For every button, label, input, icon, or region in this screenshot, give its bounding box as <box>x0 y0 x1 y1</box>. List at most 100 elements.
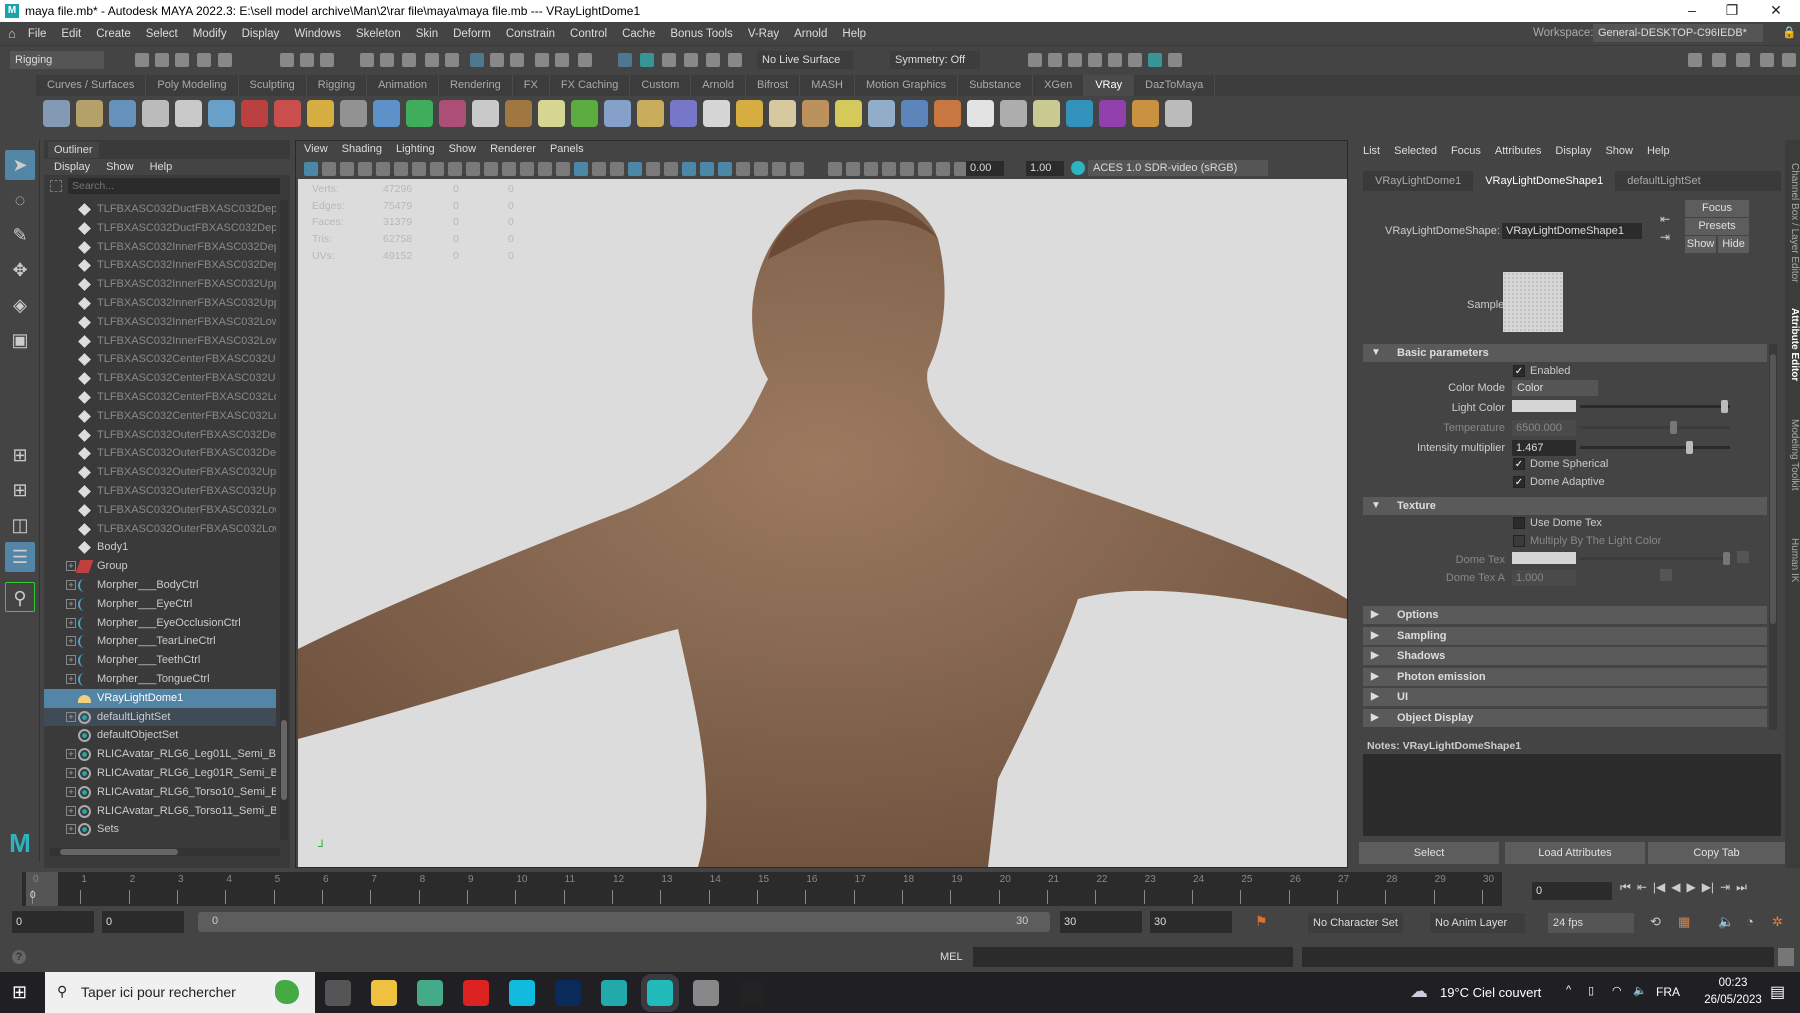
script-editor-icon[interactable] <box>1778 948 1794 966</box>
status-tool-icon[interactable] <box>155 53 169 67</box>
outliner-item[interactable]: + Morpher___BodyCtrl <box>44 576 276 595</box>
animation-start-field[interactable]: 0 <box>12 911 94 933</box>
status-tool-icon[interactable] <box>470 53 484 67</box>
ae-tab-vraylightdomeshape1[interactable]: VRayLightDomeShape1 <box>1473 171 1616 191</box>
status-tool-icon[interactable] <box>135 53 149 67</box>
status-tool-icon[interactable] <box>510 53 524 67</box>
play-forward-icon[interactable]: ▶ <box>1686 880 1695 895</box>
shelf-tool-icon[interactable] <box>736 100 763 127</box>
menu-edit[interactable]: Edit <box>61 28 81 40</box>
shelf-tab-vray[interactable]: VRay <box>1084 75 1135 96</box>
chrome-icon[interactable] <box>417 980 443 1006</box>
viewport-menu-view[interactable]: View <box>304 143 328 159</box>
expand-icon[interactable]: + <box>66 786 76 797</box>
menu-windows[interactable]: Windows <box>294 28 341 40</box>
shelf-tool-icon[interactable] <box>934 100 961 127</box>
range-slider[interactable]: 0 30 <box>198 912 1050 932</box>
viewport-tool-icon[interactable] <box>412 162 426 176</box>
shelf-tool-icon[interactable] <box>208 100 235 127</box>
step-forward-frame-icon[interactable]: ▶| <box>1702 880 1714 895</box>
load-input-icon[interactable]: ⇤ <box>1660 212 1670 226</box>
expand-icon[interactable]: + <box>66 768 76 778</box>
outliner-item[interactable]: + Morpher___TearLineCtrl <box>44 632 276 651</box>
enabled-checkbox[interactable]: ✓ <box>1513 365 1525 377</box>
outliner-item[interactable]: + RLICAvatar_RLG6_Torso11_Semi_Boxer <box>44 802 276 821</box>
shelf-tab-curves-surfaces[interactable]: Curves / Surfaces <box>36 75 147 96</box>
outliner-item[interactable]: + Morpher___TeethCtrl <box>44 651 276 670</box>
ae-menu-list[interactable]: List <box>1363 145 1380 157</box>
playback-start-field[interactable]: 0 <box>102 911 184 933</box>
expand-icon[interactable]: + <box>66 824 76 835</box>
shelf-tool-icon[interactable] <box>1033 100 1060 127</box>
load-attributes-button[interactable]: Load Attributes <box>1505 842 1645 864</box>
viewport-tool-icon[interactable] <box>466 162 480 176</box>
expand-icon[interactable]: + <box>66 598 76 609</box>
shelf-tool-icon[interactable] <box>1132 100 1159 127</box>
shelf-tab-sculpting[interactable]: Sculpting <box>239 75 307 96</box>
status-tool-icon[interactable] <box>1108 53 1122 67</box>
map-button-icon[interactable] <box>1737 551 1749 563</box>
live-surface-field[interactable]: No Live Surface <box>757 51 853 69</box>
viewport-tool-icon[interactable] <box>340 162 354 176</box>
viewport-tool-icon[interactable] <box>790 162 804 176</box>
options-section[interactable]: ▶ Options <box>1363 606 1767 624</box>
status-tool-icon[interactable] <box>1028 53 1042 67</box>
side-tab-modeling-toolkit[interactable]: Modeling Toolkit <box>1785 400 1800 510</box>
status-tool-icon[interactable] <box>1148 53 1162 67</box>
shelf-tab-rendering[interactable]: Rendering <box>439 75 513 96</box>
status-tool-icon[interactable] <box>618 53 632 67</box>
select-tool-icon[interactable]: ➤ <box>5 150 35 180</box>
viewport-tool-icon[interactable] <box>664 162 678 176</box>
outliner-item[interactable]: Body1 <box>44 538 276 557</box>
viewport-tool-icon[interactable] <box>882 162 896 176</box>
outliner-vertical-scrollbar[interactable] <box>280 200 288 840</box>
status-tool-icon[interactable] <box>1688 53 1702 67</box>
intensity-slider[interactable] <box>1580 441 1730 454</box>
notes-textarea[interactable] <box>1363 754 1781 836</box>
outliner-item[interactable]: TLFBXASC032InnerFBXASC032LowerFl <box>44 332 276 351</box>
shelf-tool-icon[interactable] <box>505 100 532 127</box>
sound-icon[interactable]: 🔈 <box>1718 914 1734 930</box>
cache-icon[interactable]: ▦ <box>1678 914 1690 930</box>
sampling-section[interactable]: ▶ Sampling <box>1363 626 1767 645</box>
shelf-tool-icon[interactable] <box>1099 100 1126 127</box>
shelf-tool-icon[interactable] <box>571 100 598 127</box>
viewport-tool-icon[interactable] <box>900 162 914 176</box>
menu-deform[interactable]: Deform <box>453 28 491 40</box>
viewport-tool-icon[interactable] <box>574 162 588 176</box>
ae-menu-help[interactable]: Help <box>1647 145 1670 157</box>
viewport-tool-icon[interactable] <box>682 162 696 176</box>
shelf-tool-icon[interactable] <box>967 100 994 127</box>
animation-end-field[interactable]: 30 <box>1150 911 1232 933</box>
status-tool-icon[interactable] <box>320 53 334 67</box>
outliner-item[interactable]: TLFBXASC032OuterFBXASC032LowerF <box>44 501 276 520</box>
menu-display[interactable]: Display <box>242 28 280 40</box>
viewport-tool-icon[interactable] <box>772 162 786 176</box>
shelf-tool-icon[interactable] <box>340 100 367 127</box>
step-back-key-icon[interactable]: ⇤ <box>1637 880 1647 895</box>
viewport-tool-icon[interactable] <box>484 162 498 176</box>
c-app-icon[interactable] <box>509 980 535 1006</box>
viewport-tool-icon[interactable] <box>646 162 660 176</box>
status-tool-icon[interactable] <box>706 53 720 67</box>
temperature-slider[interactable] <box>1580 421 1730 434</box>
shelf-tab-fx-caching[interactable]: FX Caching <box>550 75 631 96</box>
outliner-item[interactable]: TLFBXASC032CenterFBXASC032Lowerl <box>44 388 276 407</box>
scale-tool-icon[interactable]: ▣ <box>5 325 35 355</box>
status-tool-icon[interactable] <box>728 53 742 67</box>
outliner-horizontal-scrollbar[interactable] <box>50 848 280 856</box>
outliner-search-input[interactable] <box>68 178 280 194</box>
status-tool-icon[interactable] <box>1782 53 1796 67</box>
multiply-light-color-checkbox[interactable] <box>1513 535 1525 547</box>
single-layout-icon[interactable]: ⊞ <box>5 440 35 470</box>
side-tab-channel-box-layer-editor[interactable]: Channel Box / Layer Editor <box>1785 148 1800 298</box>
copy-tab-button[interactable]: Copy Tab <box>1648 842 1785 864</box>
windows-start-icon[interactable]: ⊞ <box>12 982 27 1003</box>
status-tool-icon[interactable] <box>555 53 569 67</box>
status-tool-icon[interactable] <box>175 53 189 67</box>
rotate-tool-icon[interactable]: ◈ <box>5 290 35 320</box>
dome-tex-a-field[interactable]: 1.000 <box>1512 570 1576 586</box>
light-color-swatch[interactable] <box>1512 400 1576 412</box>
weather-text[interactable]: 19°C Ciel couvert <box>1440 985 1541 1000</box>
shelf-tab-animation[interactable]: Animation <box>367 75 440 96</box>
